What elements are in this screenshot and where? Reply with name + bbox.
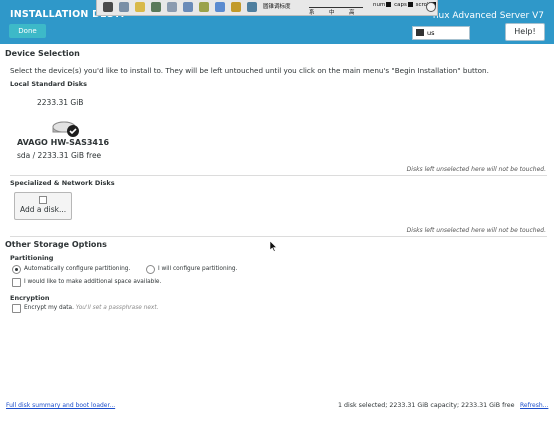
settings-icon[interactable] (135, 2, 145, 12)
disk-capacity: 2233.31 GiB (37, 98, 84, 107)
hard-disk-icon (52, 121, 79, 137)
disk-tile-sda[interactable]: 2233.31 GiB AVAGO HW-SAS3416 sda / 2233.… (13, 90, 113, 162)
clock-icon[interactable] (215, 2, 225, 12)
ime-char-2: 中 (329, 10, 335, 16)
encrypt-checkbox[interactable] (12, 304, 21, 313)
ime-toolbar: 圆锥调标度 系 中 高 num caps scroll (96, 0, 438, 16)
input-method-icon[interactable] (119, 2, 129, 12)
network-disks-heading: Specialized & Network Disks (10, 179, 115, 187)
encrypt-hint: You'll set a passphrase next. (75, 305, 159, 311)
ime-label: 圆锥调标度 (263, 4, 291, 10)
add-disk-label: Add a disk... (20, 205, 67, 214)
keyboard-icon (416, 28, 424, 36)
product-title: nux Advanced Server V7 (432, 11, 544, 21)
ime-separator (309, 7, 363, 8)
pin-icon[interactable] (103, 2, 113, 12)
paint-icon[interactable] (199, 2, 209, 12)
chart-icon[interactable] (231, 2, 241, 12)
device-selection-description: Select the device(s) you'd like to insta… (10, 66, 489, 75)
keyboard-tool-icon[interactable] (247, 2, 257, 12)
encrypt-text: Encrypt my data. (24, 305, 74, 311)
local-disks-heading: Local Standard Disks (10, 80, 87, 88)
help-circle-icon[interactable] (426, 2, 436, 12)
encrypt-label[interactable]: Encrypt my data. You'll set a passphrase… (24, 305, 158, 311)
full-disk-summary-link[interactable]: Full disk summary and boot loader... (6, 402, 115, 409)
globe-icon[interactable] (183, 2, 193, 12)
encryption-heading: Encryption (10, 294, 50, 302)
auto-partition-label[interactable]: Automatically configure partitioning. (24, 266, 130, 272)
other-storage-heading: Other Storage Options (5, 240, 107, 249)
grid-icon[interactable] (151, 2, 161, 12)
divider (10, 236, 547, 237)
refresh-link[interactable]: Refresh... (520, 402, 548, 409)
auto-partition-radio[interactable] (12, 265, 21, 274)
mouse-cursor-icon (270, 241, 278, 252)
disk-detail: sda / 2233.31 GiB free (17, 151, 102, 160)
device-selection-heading: Device Selection (5, 49, 80, 58)
disk-name: AVAGO HW-SAS3416 (17, 138, 110, 147)
additional-space-checkbox[interactable] (12, 278, 21, 287)
keyboard-layout-indicator[interactable]: us (412, 26, 470, 40)
help-button[interactable]: Help! (505, 23, 545, 41)
ime-char-3: 高 (349, 10, 355, 16)
num-lock-label: num (373, 2, 386, 8)
keyboard-layout-label: us (427, 29, 435, 37)
done-button[interactable]: Done (9, 24, 46, 38)
add-disk-icon (39, 196, 47, 204)
divider (10, 175, 547, 176)
add-disk-button[interactable]: Add a disk... (14, 192, 72, 220)
network-disks-hint: Disks left unselected here will not be t… (406, 227, 546, 234)
selection-summary: 1 disk selected; 2233.31 GiB capacity; 2… (338, 402, 515, 409)
manual-partition-label[interactable]: I will configure partitioning. (158, 266, 237, 272)
caps-lock-indicator (407, 2, 413, 7)
manual-partition-radio[interactable] (146, 265, 155, 274)
local-disks-hint: Disks left unselected here will not be t… (406, 166, 546, 173)
partitioning-heading: Partitioning (10, 254, 54, 262)
additional-space-label[interactable]: I would like to make additional space av… (24, 279, 161, 285)
ime-char-1: 系 (309, 10, 315, 16)
num-lock-indicator (386, 2, 392, 7)
tool-icon[interactable] (167, 2, 177, 12)
caps-lock-label: caps (394, 2, 407, 8)
